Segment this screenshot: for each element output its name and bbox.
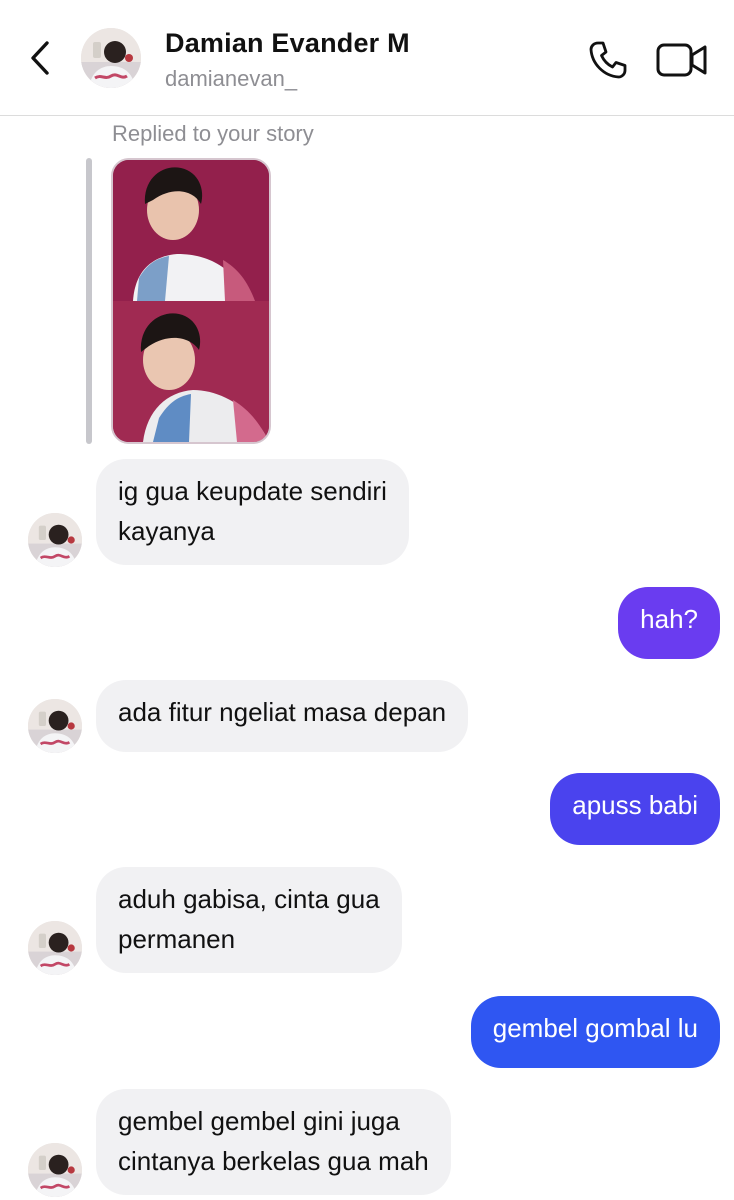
voice-call-button[interactable] [584, 36, 632, 84]
video-camera-icon [656, 43, 707, 77]
avatar[interactable] [28, 921, 82, 975]
back-button[interactable] [20, 36, 60, 80]
story-reply-label: Replied to your story [112, 121, 314, 146]
chevron-left-icon [31, 41, 49, 75]
video-call-button[interactable] [655, 38, 709, 82]
avatar[interactable] [81, 28, 141, 88]
message-text: permanen [118, 924, 236, 954]
message-text: hah? [640, 604, 698, 634]
message-text: ig gua keupdate sendiri [118, 476, 387, 506]
reply-indicator-bar [86, 158, 92, 444]
message-text: cintanya berkelas gua mah [118, 1146, 429, 1176]
message-text: gembel gombal lu [492, 1013, 698, 1043]
message-text: ada fitur ngeliat masa depan [118, 697, 447, 727]
message-text: gembel gembel gini juga [118, 1106, 400, 1136]
phone-icon [589, 41, 627, 79]
avatar[interactable] [28, 1143, 82, 1197]
contact-name[interactable]: Damian Evander M [165, 28, 410, 59]
message-text: kayanya [118, 516, 215, 546]
message-bubble-incoming[interactable]: ig gua keupdate sendiri kayanya [96, 459, 409, 565]
message-bubble-incoming[interactable]: gembel gembel gini juga cintanya berkela… [96, 1089, 451, 1195]
story-thumbnail[interactable] [111, 158, 271, 444]
message-bubble-outgoing[interactable]: gembel gombal lu [470, 996, 720, 1068]
message-bubble-outgoing[interactable]: hah? [618, 587, 720, 659]
message-text: apuss babi [572, 790, 698, 820]
contact-username[interactable]: damianevan_ [165, 66, 297, 92]
message-text: aduh gabisa, cinta gua [118, 884, 380, 914]
avatar[interactable] [28, 513, 82, 567]
avatar[interactable] [28, 699, 82, 753]
message-bubble-incoming[interactable]: ada fitur ngeliat masa depan [96, 680, 469, 752]
message-bubble-outgoing[interactable]: apuss babi [550, 773, 720, 845]
chat-header: Damian Evander M damianevan_ [0, 0, 734, 116]
message-bubble-incoming[interactable]: aduh gabisa, cinta gua permanen [96, 867, 402, 973]
